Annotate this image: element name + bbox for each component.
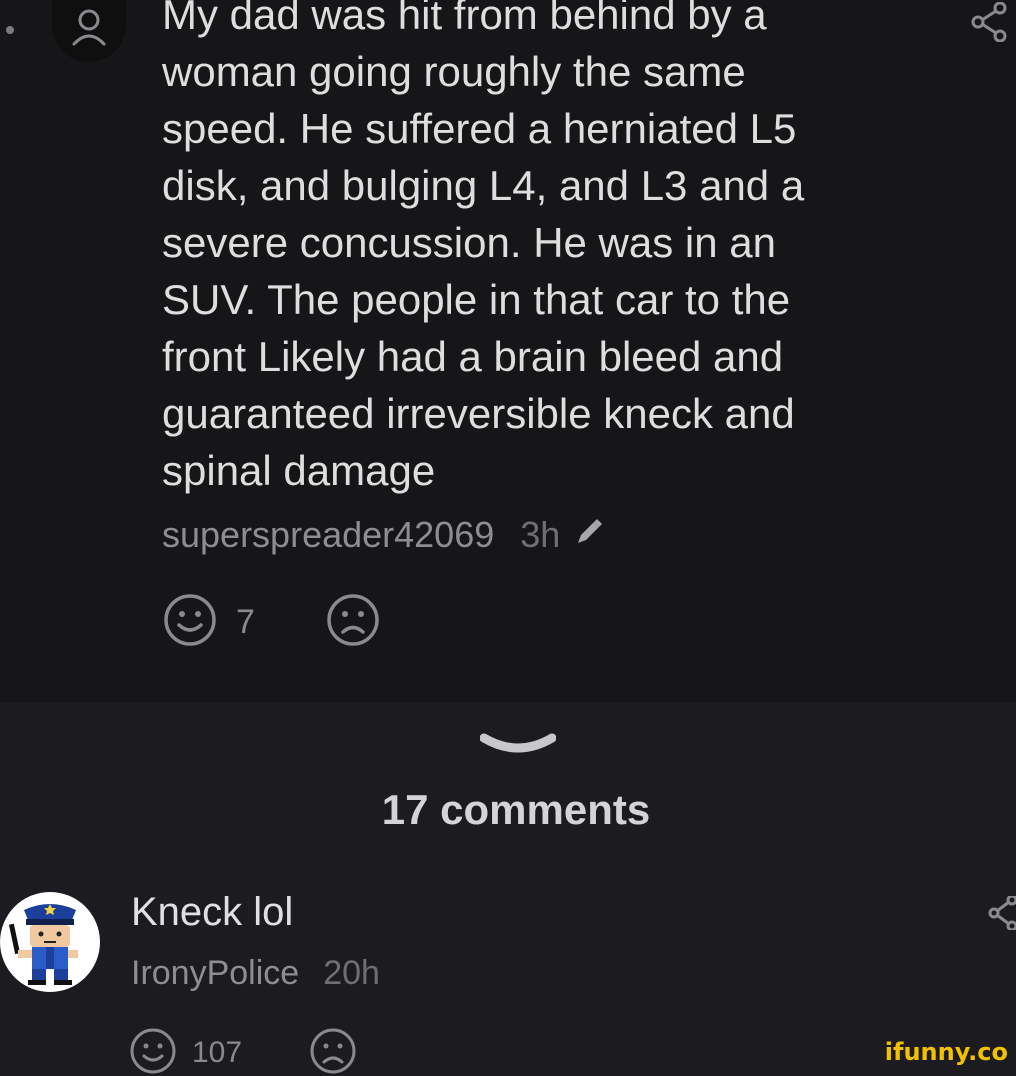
share-icon (988, 894, 1016, 932)
reply-avatar[interactable] (0, 892, 100, 992)
post-username[interactable]: superspreader42069 (162, 514, 494, 556)
smile-icon (130, 1028, 176, 1074)
sad-button[interactable] (325, 592, 381, 653)
smile-count: 7 (236, 602, 255, 641)
reply-smile-count: 107 (192, 1036, 243, 1069)
expand-button[interactable] (479, 730, 557, 765)
smile-icon (164, 593, 216, 646)
post-meta: superspreader42069 3h (162, 512, 604, 558)
chevron-down-icon (479, 733, 557, 753)
post-text: My dad was hit from behind by a woman go… (162, 0, 805, 494)
user-icon (72, 9, 106, 46)
police-avatar (8, 904, 78, 985)
thread-dot (6, 26, 14, 34)
ifunny-watermark: ifunny.co (884, 1038, 1008, 1066)
reply-time: 20h (323, 954, 380, 992)
reply-share-button[interactable] (984, 894, 1016, 935)
sad-icon (310, 1028, 356, 1074)
reply-smile-button[interactable] (128, 1026, 178, 1076)
reply-text: Kneck lol (131, 890, 294, 934)
comments-count: 17 comments (381, 786, 651, 833)
sad-icon (327, 593, 379, 646)
reply-sad-button[interactable] (308, 1026, 358, 1076)
post-time: 3h (520, 514, 561, 555)
reply-meta: IronyPolice 20h (131, 954, 380, 993)
pencil-icon (574, 514, 604, 556)
reply-username[interactable]: IronyPolice (131, 954, 299, 993)
post-avatar[interactable] (52, 0, 126, 62)
post-share-button[interactable] (970, 1, 1010, 47)
reply-reactions: 107 (128, 1026, 358, 1076)
share-icon (971, 1, 1007, 43)
post-reactions: 7 (162, 592, 381, 653)
smile-button[interactable] (162, 592, 218, 653)
